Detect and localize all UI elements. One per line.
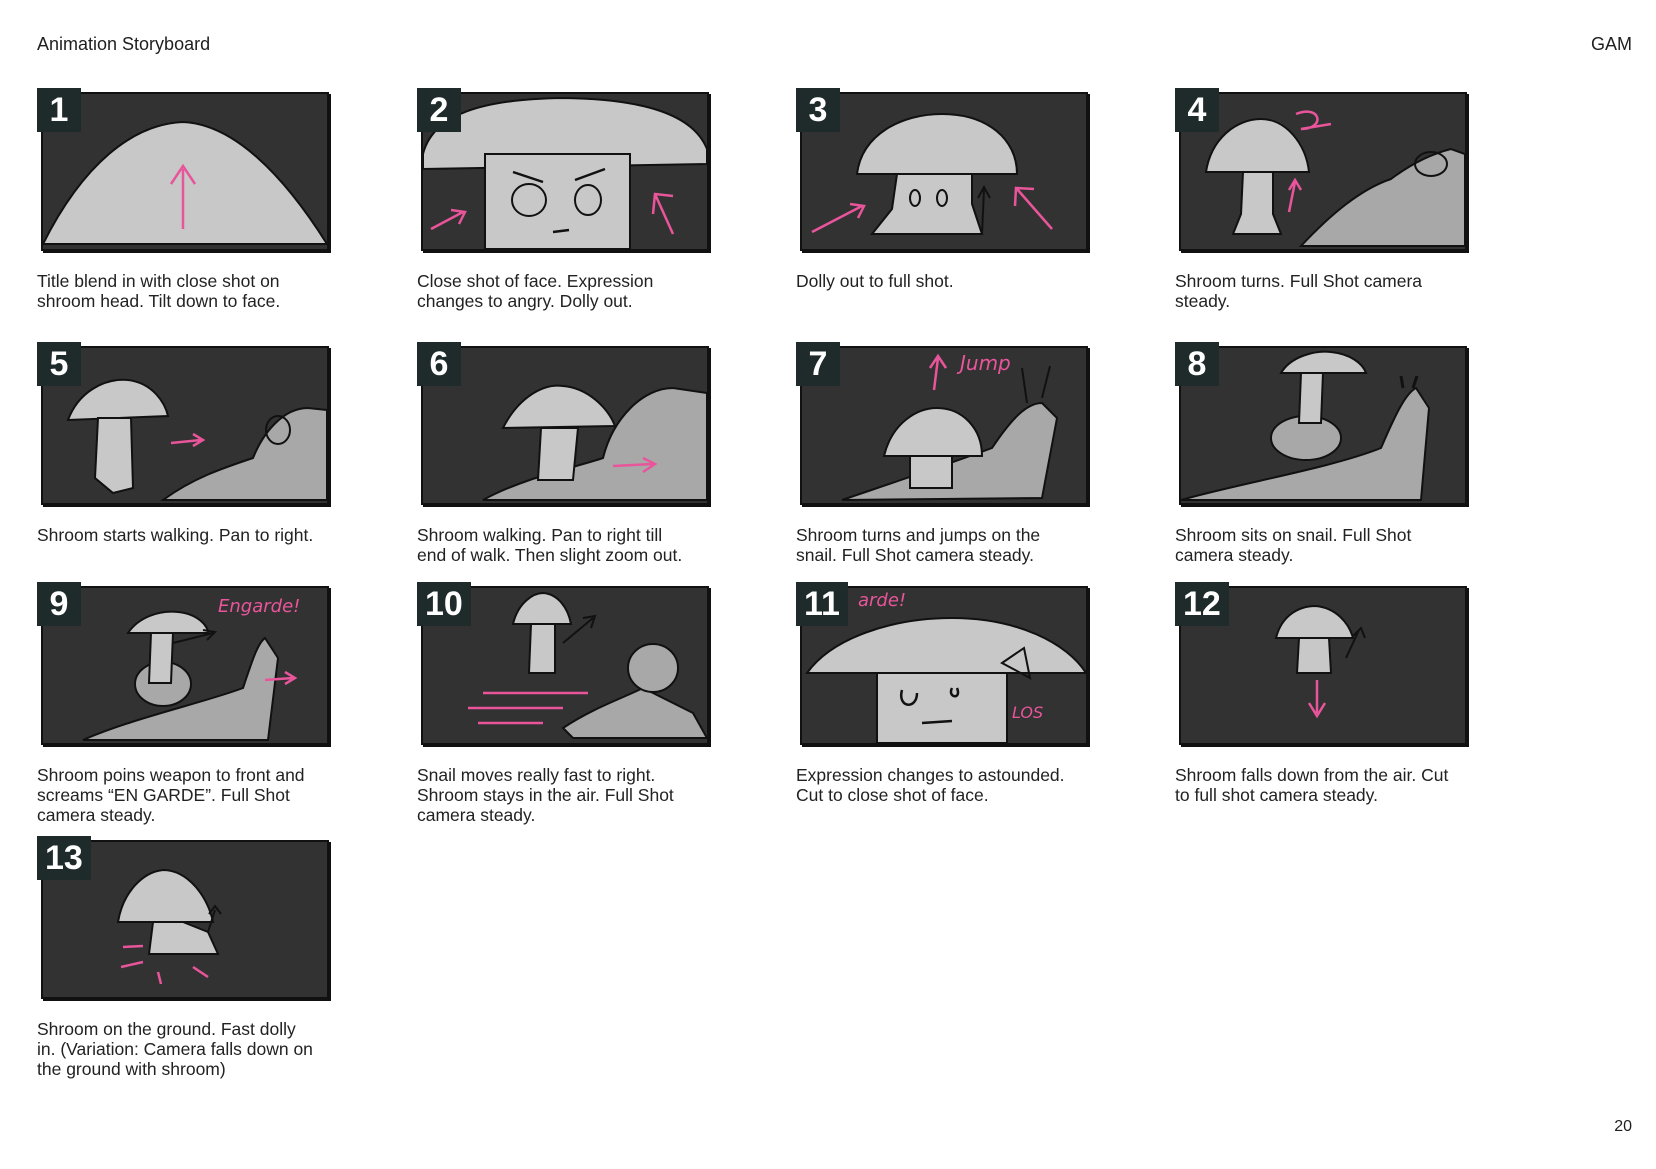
storyboard-panel-6: 6 Shroom walking. Pan to right till end … [417,342,717,565]
storyboard-panel-3: 3 Dolly out to full shot. [796,88,1096,291]
storyboard-panel-8: 8 Shroom sits on snail. Full Shot camera… [1175,342,1475,565]
header-title: Animation Storyboard [37,34,211,54]
sketch-shroom-jumps-snail: Jump [841,351,1059,501]
panel-number: 2 [417,88,461,132]
storyboard-panel-1: 1 Title blend in with close shot on shro… [37,88,337,311]
sketch-mushroom-cap-closeup [43,120,327,245]
panel-caption: Shroom turns. Full Shot camera steady. [1175,271,1423,311]
sketch-shroom-walking-snail [482,384,707,501]
panel-number: 11 [796,582,848,626]
sketch-face-angry [423,96,707,249]
panel-number: 3 [796,88,840,132]
panel-caption: Shroom walking. Pan to right till end of… [417,525,683,565]
panel-sketch [421,92,709,251]
panel-caption: Shroom sits on snail. Full Shot camera s… [1175,525,1412,565]
panel-caption: Expression changes to astounded. Cut to … [796,765,1065,805]
panel-sketch [800,92,1088,251]
panel-number: 9 [37,582,81,626]
page-number: 20 [1614,1118,1632,1135]
storyboard-panel-2: 2 Close shot of face. Expression changes… [417,88,717,311]
sketch-shroom-engarde: Engarde! [82,596,300,741]
sketch-mushroom-full [811,112,1053,235]
panel-number: 4 [1175,88,1219,132]
sketch-shroom-sits-snail [1181,350,1431,501]
panel-sketch [421,346,709,505]
panel-caption: Shroom starts walking. Pan to right. [37,525,314,545]
panel-number: 12 [1175,582,1229,626]
sketch-jump-text: Jump [956,351,1011,375]
panel-number: 8 [1175,342,1219,386]
header-code: GAM [1590,34,1632,54]
sketch-los-text: LOS [1012,703,1043,722]
storyboard-panel-10: 10 Snail moves really fast to right. Shr… [417,582,717,825]
panel-number: 5 [37,342,81,386]
storyboard-panel-9: 9 Engarde! Shroom poins weapon to front … [37,582,337,825]
panel-sketch [1179,346,1467,505]
panel-caption: Snail moves really fast to right. Shroom… [417,765,674,825]
panel-number: 6 [417,342,461,386]
panel-sketch [41,92,329,251]
sketch-mushroom-turns-snail [1204,110,1465,247]
panel-number: 7 [796,342,840,386]
storyboard-panel-11: 11 arde! LOS Expression changes to astou… [796,582,1096,805]
panel-sketch: Jump [800,346,1088,505]
panel-number: 13 [37,836,91,880]
panel-number: 1 [37,88,81,132]
panel-sketch [41,346,329,505]
sketch-shroom-walking [66,378,327,501]
sketch-engarde-text: Engarde! [218,596,300,617]
storyboard-panel-12: 12 Shroom falls down from the air. Cut t… [1175,582,1475,805]
panel-caption: Shroom turns and jumps on the snail. Ful… [796,525,1041,565]
panel-caption: Title blend in with close shot on shroom… [37,271,281,311]
storyboard-panel-4: 4 Shroom turns. Full Shot camera steady. [1175,88,1475,311]
panel-caption: Shroom on the ground. Fast dolly in. (Va… [37,1019,313,1079]
panel-caption: Close shot of face. Expression changes t… [417,271,654,311]
panel-caption: Dolly out to full shot. [796,271,954,291]
panel-number: 10 [417,582,471,626]
sketch-engarde-fragment: arde! [858,590,906,611]
storyboard-panel-7: 7 Jump Shroom turns and jumps on the sna… [796,342,1096,565]
panel-sketch: Engarde! [41,586,329,745]
panel-caption: Shroom falls down from the air. Cut to f… [1175,765,1449,805]
storyboard-panel-13: 13 Shroom on the ground. Fast dolly in. … [37,836,337,1079]
storyboard-panel-5: 5 Shroom starts walking. Pan to right. [37,342,337,545]
panel-caption: Shroom poins weapon to front and screams… [37,765,305,825]
panel-sketch [1179,92,1467,251]
